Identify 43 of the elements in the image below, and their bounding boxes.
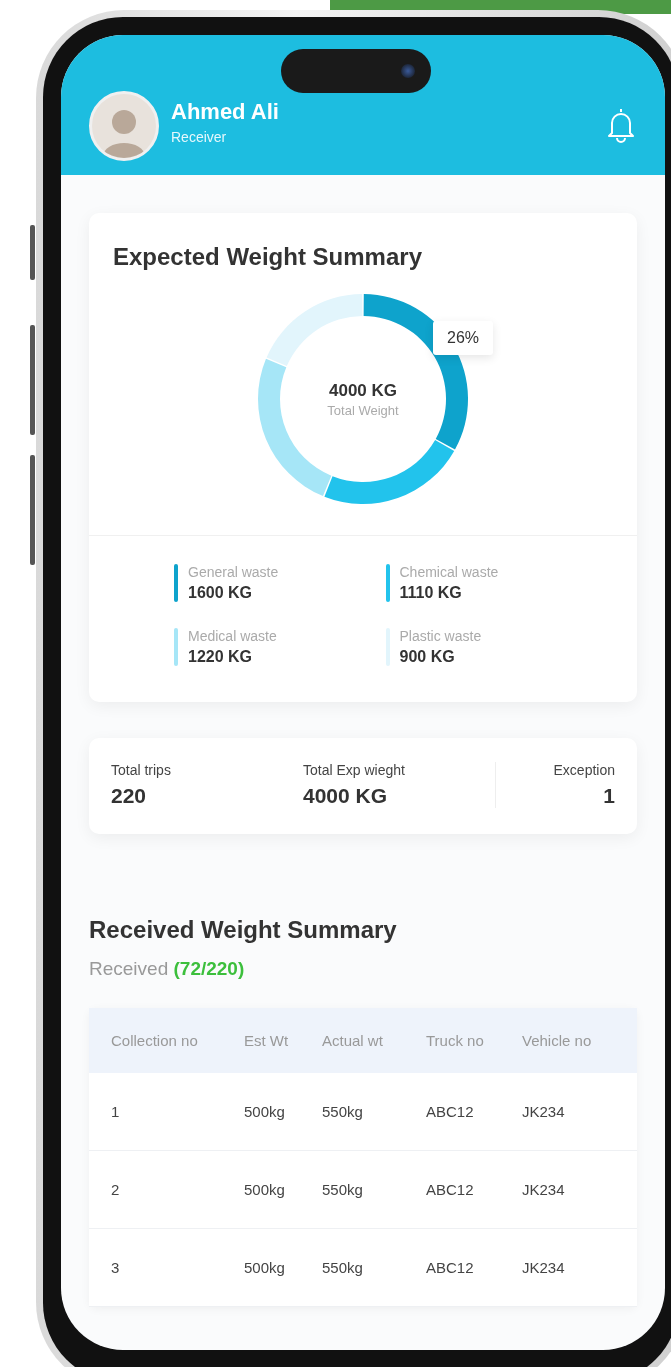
stat-value: 4000 KG [303,784,389,808]
table-cell-text: 1 [111,1103,121,1120]
legend-value: 1220 KG [188,648,254,666]
table-cell-text: ABC12 [426,1103,475,1120]
card-title: Expected Weight Summary [112,242,423,271]
total-weight-value: 4000 KG [328,380,397,401]
section-title: Received Weight Summary [89,916,398,944]
stat-label: Total Exp wieght [303,762,406,778]
column-header: Truck no [426,1031,485,1049]
column-header: Vehicle no [522,1031,593,1049]
legend-value: 1600 KG [188,584,254,602]
legend-value: 900 KG [399,648,456,666]
table-cell-text: JK234 [522,1103,566,1120]
stat-value: 220 [111,784,148,808]
table-cell-text: 500kg [244,1103,286,1120]
table-cell-text: 550kg [322,1103,364,1120]
chart-tooltip: 26% [433,321,494,355]
table-cell-text: 2 [111,1181,121,1198]
column-header: Est Wt [244,1031,290,1049]
table-cell-text: 500kg [244,1181,286,1198]
legend-label: Chemical waste [399,564,499,580]
legend-label: Plastic waste [399,628,482,644]
table-cell-text: 550kg [322,1259,364,1276]
table-cell-text: JK234 [522,1181,566,1198]
table-cell-text: JK234 [522,1259,566,1276]
column-header: Collection no [111,1031,199,1049]
received-count: Received (72/220) [89,958,246,980]
table-cell-text: 550kg [322,1181,364,1198]
legend-value: 1110 KG [399,584,463,602]
table-cell-text: ABC12 [426,1181,475,1198]
notification-bell-icon[interactable] [607,107,635,143]
stat-value: 1 [603,784,615,808]
stat-label: Total trips [111,762,172,778]
column-header: Actual wt [322,1031,384,1049]
total-weight-label: Total Weight [327,402,399,418]
table-cell-text: 3 [111,1259,121,1276]
stat-label: Exception [553,762,615,778]
user-role: Receiver [171,129,228,145]
user-name: Ahmed Ali [171,99,280,125]
legend-label: General waste [188,564,279,580]
table-cell-text: ABC12 [426,1259,475,1276]
table-cell-text: 500kg [244,1259,286,1276]
legend-label: Medical waste [188,628,277,644]
